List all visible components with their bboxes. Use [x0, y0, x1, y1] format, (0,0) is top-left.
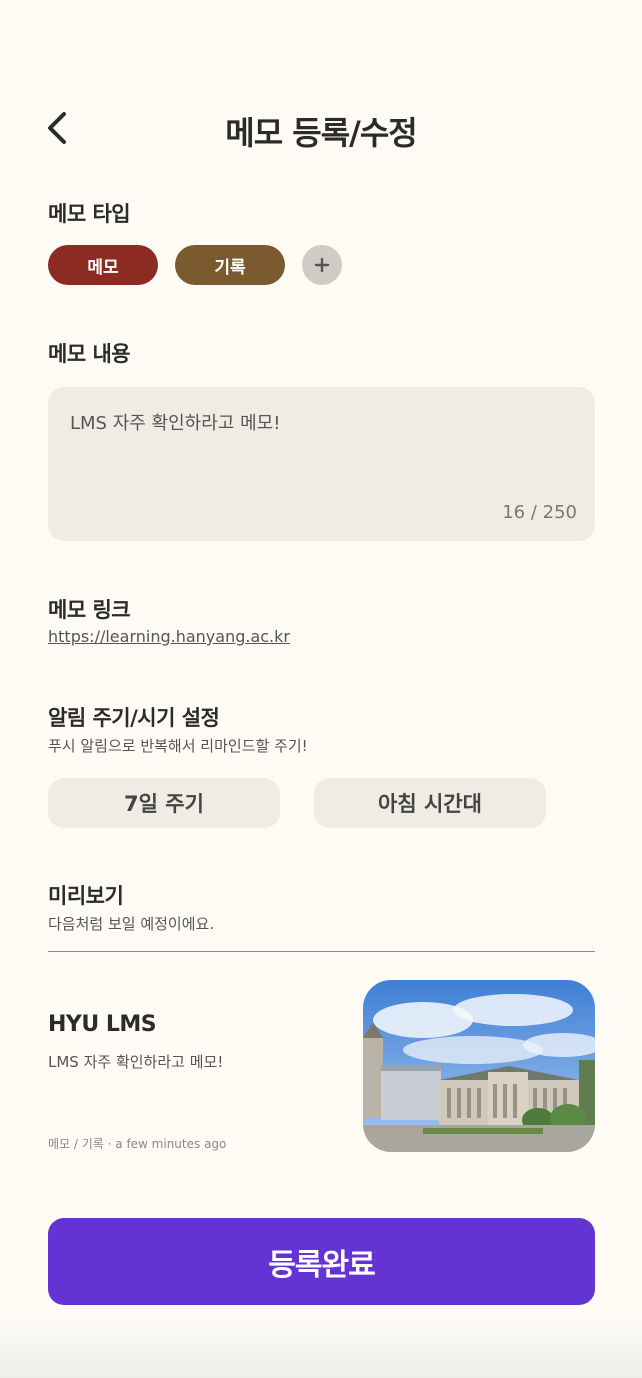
- preview-card-title: HYU LMS: [48, 1012, 157, 1037]
- chip-memo[interactable]: 메모: [48, 245, 158, 285]
- memo-content-title: 메모 내용: [48, 342, 131, 366]
- bottom-fade: [0, 1318, 642, 1378]
- memo-link-url[interactable]: https://learning.hanyang.ac.kr: [48, 627, 290, 646]
- divider: [48, 951, 595, 952]
- period-select[interactable]: 7일 주기: [48, 778, 280, 828]
- notification-title: 알림 주기/시기 설정: [48, 706, 220, 730]
- memo-content-input[interactable]: LMS 자주 확인하라고 메모! 16 / 250: [48, 387, 595, 541]
- memo-type-title: 메모 타입: [48, 202, 131, 226]
- chip-record[interactable]: 기록: [175, 245, 285, 285]
- header: 메모 등록/수정: [0, 100, 642, 156]
- memo-link-title: 메모 링크: [48, 598, 131, 622]
- preview-card-meta: 메모 / 기록 · a few minutes ago: [48, 1137, 227, 1151]
- preview-title: 미리보기: [48, 884, 124, 908]
- time-select[interactable]: 아침 시간대: [314, 778, 546, 828]
- notification-subtitle: 푸시 알림으로 반복해서 리마인드할 주기!: [48, 737, 308, 755]
- plus-icon: [314, 257, 330, 273]
- add-type-button[interactable]: [302, 245, 342, 285]
- submit-button[interactable]: 등록완료: [48, 1218, 595, 1305]
- memo-content-text: LMS 자주 확인하라고 메모!: [70, 413, 281, 434]
- page-title: 메모 등록/수정: [225, 114, 417, 152]
- char-counter: 16 / 250: [502, 502, 577, 523]
- preview-subtitle: 다음처럼 보일 예정이에요.: [48, 915, 215, 933]
- preview-thumbnail: [363, 980, 595, 1152]
- preview-card-body: LMS 자주 확인하라고 메모!: [48, 1053, 224, 1071]
